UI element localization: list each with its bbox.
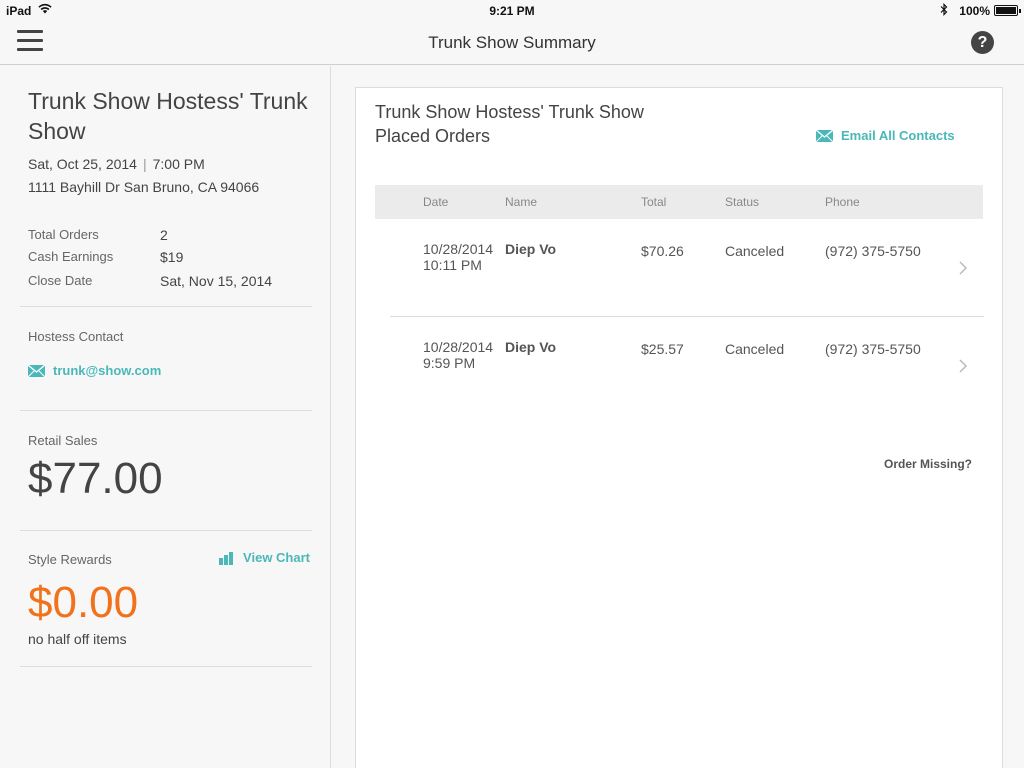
order-phone: (972) 375-5750 (825, 243, 921, 259)
battery-icon (994, 5, 1021, 16)
hostess-email-link[interactable]: trunk@show.com (28, 363, 161, 378)
date-separator: | (142, 156, 147, 172)
envelope-icon (816, 129, 833, 142)
show-address: 1111 Bayhill Dr San Bruno, CA 94066 (28, 179, 260, 195)
bar-chart-icon (219, 552, 234, 565)
email-all-contacts-button[interactable]: Email All Contacts (816, 128, 955, 143)
orders-title-line2: Placed Orders (375, 126, 491, 146)
total-orders-value: 2 (160, 227, 168, 243)
cash-earnings-label: Cash Earnings (28, 249, 114, 264)
order-total: $25.57 (641, 341, 684, 357)
status-bar: iPad 9:21 PM 100% (0, 0, 1024, 20)
show-date-time: Sat, Oct 25, 2014 | 7:00 PM (28, 156, 205, 172)
style-rewards-label: Style Rewards (28, 552, 112, 567)
order-date: 10/28/2014 9:59 PM (423, 339, 493, 371)
view-chart-label: View Chart (243, 550, 310, 565)
order-row[interactable]: 10/28/2014 9:59 PM Diep Vo $25.57 Cancel… (375, 317, 983, 415)
column-header-status: Status (725, 195, 760, 209)
column-header-phone: Phone (825, 195, 860, 209)
order-name: Diep Vo (505, 241, 557, 257)
retail-sales-value: $77.00 (28, 454, 163, 503)
show-summary-panel: Trunk Show Hostess' Trunk Show Sat, Oct … (0, 66, 331, 768)
hostess-email: trunk@show.com (53, 363, 162, 378)
divider (20, 530, 312, 531)
clock: 9:21 PM (489, 4, 535, 18)
envelope-icon (28, 364, 45, 377)
divider (20, 410, 312, 411)
order-name: Diep Vo (505, 339, 557, 355)
show-time: 7:00 PM (152, 156, 205, 172)
order-total: $70.26 (641, 243, 684, 259)
total-orders-label: Total Orders (28, 227, 99, 242)
divider (20, 666, 312, 667)
order-date-day: 10/28/2014 (423, 241, 494, 257)
order-date-time: 10:11 PM (423, 257, 482, 273)
placed-orders-card: Trunk Show Hostess' Trunk Show Placed Or… (355, 87, 1003, 768)
chevron-right-icon (959, 261, 968, 275)
show-title: Trunk Show Hostess' Trunk Show (28, 88, 308, 144)
help-icon[interactable]: ? (971, 31, 994, 54)
orders-title: Trunk Show Hostess' Trunk Show Placed Or… (375, 100, 705, 148)
page-title: Trunk Show Summary (428, 33, 596, 52)
order-missing-link[interactable]: Order Missing? (884, 457, 972, 471)
column-header-date: Date (423, 195, 449, 209)
close-date-label: Close Date (28, 273, 93, 288)
email-all-contacts-label: Email All Contacts (841, 128, 955, 143)
order-status: Canceled (725, 243, 785, 259)
order-row[interactable]: 10/28/2014 10:11 PM Diep Vo $70.26 Cance… (375, 219, 983, 317)
style-rewards-value: $0.00 (28, 578, 139, 627)
close-date-value: Sat, Nov 15, 2014 (160, 273, 273, 289)
orders-title-line1: Trunk Show Hostess' Trunk Show (375, 102, 644, 122)
cash-earnings-value: $19 (160, 249, 184, 265)
orders-table-header: Date Name Total Status Phone (375, 185, 983, 219)
column-header-name: Name (505, 195, 538, 209)
order-date-day: 10/28/2014 (423, 339, 494, 355)
battery-percent: 100% (959, 4, 990, 18)
order-date: 10/28/2014 10:11 PM (423, 241, 493, 273)
retail-sales-label: Retail Sales (28, 433, 98, 448)
navigation-bar: Trunk Show Summary ? (0, 20, 1024, 65)
column-header-total: Total (641, 195, 667, 209)
divider (20, 306, 312, 307)
order-status: Canceled (725, 341, 785, 357)
hostess-contact-label: Hostess Contact (28, 329, 124, 344)
show-date: Sat, Oct 25, 2014 (28, 156, 137, 172)
view-chart-button[interactable]: View Chart (219, 550, 310, 565)
bluetooth-icon (940, 3, 948, 19)
order-date-time: 9:59 PM (423, 355, 476, 371)
order-phone: (972) 375-5750 (825, 341, 921, 357)
style-rewards-note: no half off items (28, 631, 127, 647)
chevron-right-icon (959, 359, 968, 373)
